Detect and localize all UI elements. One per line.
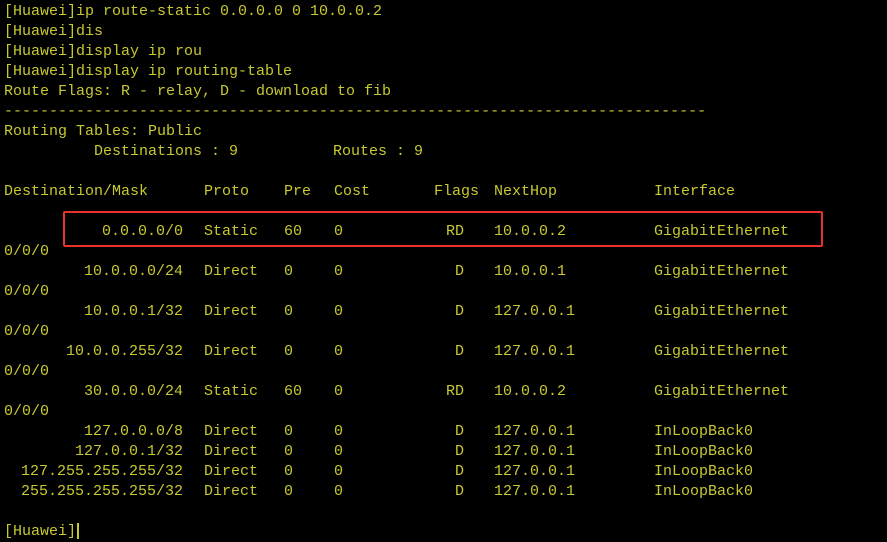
header-nexthop: NextHop [494,183,558,200]
route-interface: InLoopBack0 [654,423,754,440]
route-nexthop: 127.0.0.1 [494,463,576,480]
route-cost: 0 [334,303,344,320]
route-flags: D [454,443,464,460]
command-prompt[interactable]: [Huawei] [4,522,80,542]
route-interface-continuation: 0/0/0 [4,243,50,260]
route-proto: Direct [204,423,259,440]
command-line: [Huawei]dis [4,23,104,40]
text-cursor [77,523,80,540]
route-flags-legend: Route Flags: R - relay, D - download to … [4,83,392,100]
route-flags: D [454,303,464,320]
route-nexthop: 127.0.0.1 [494,483,576,500]
route-proto: Static [204,383,259,400]
route-pre: 0 [284,423,294,440]
route-proto: Direct [204,483,259,500]
header-cost: Cost [334,183,371,200]
route-proto: Direct [204,343,259,360]
route-flags: D [454,343,464,360]
route-flags: D [454,483,464,500]
route-proto: Direct [204,443,259,460]
route-interface-continuation: 0/0/0 [4,403,50,420]
separator-line: ----------------------------------------… [4,103,707,120]
route-proto: Direct [204,303,259,320]
route-cost: 0 [334,263,344,280]
header-pre: Pre [284,183,312,200]
route-destination: 10.0.0.1/32 [83,303,183,320]
command-line: [Huawei]ip route-static 0.0.0.0 0 10.0.0… [4,3,383,20]
route-cost: 0 [334,443,344,460]
route-proto: Direct [204,263,259,280]
route-destination: 127.0.0.1/32 [74,443,183,460]
route-interface: GigabitEthernet [654,303,790,320]
route-interface: InLoopBack0 [654,463,754,480]
header-interface: Interface [654,183,736,200]
route-proto: Direct [204,463,259,480]
prompt-text: [Huawei] [4,523,77,540]
command-line: [Huawei]display ip routing-table [4,63,293,80]
route-flags: D [454,423,464,440]
route-interface: InLoopBack0 [654,483,754,500]
header-flags: Flags [434,183,480,200]
route-interface-continuation: 0/0/0 [4,283,50,300]
routes-count: Routes : 9 [333,143,424,160]
routing-tables-label: Routing Tables: Public [4,123,203,140]
highlight-box [63,211,823,247]
route-flags: D [454,463,464,480]
route-nexthop: 127.0.0.1 [494,303,576,320]
route-nexthop: 127.0.0.1 [494,343,576,360]
route-cost: 0 [334,423,344,440]
route-interface: GigabitEthernet [654,343,790,360]
route-flags: RD [445,383,464,400]
route-interface-continuation: 0/0/0 [4,363,50,380]
route-destination: 10.0.0.255/32 [65,343,183,360]
route-cost: 0 [334,343,344,360]
header-destination: Destination/Mask [4,183,149,200]
route-nexthop: 127.0.0.1 [494,423,576,440]
route-nexthop: 10.0.0.2 [494,383,567,400]
route-destination: 30.0.0.0/24 [83,383,183,400]
route-nexthop: 10.0.0.1 [494,263,567,280]
route-pre: 0 [284,443,294,460]
route-pre: 0 [284,263,294,280]
destinations-count: Destinations : 9 [94,143,239,160]
route-cost: 0 [334,383,344,400]
route-destination: 10.0.0.0/24 [83,263,183,280]
route-interface-continuation: 0/0/0 [4,323,50,340]
route-destination: 127.255.255.255/32 [20,463,183,480]
route-interface: InLoopBack0 [654,443,754,460]
route-interface: GigabitEthernet [654,383,790,400]
route-pre: 0 [284,483,294,500]
route-destination: 127.0.0.0/8 [83,423,183,440]
route-pre: 0 [284,463,294,480]
route-pre: 0 [284,343,294,360]
route-nexthop: 127.0.0.1 [494,443,576,460]
terminal-window[interactable]: [Huawei]ip route-static 0.0.0.0 0 10.0.0… [0,0,887,542]
route-cost: 0 [334,463,344,480]
route-flags: D [454,263,464,280]
route-pre: 60 [284,383,303,400]
route-pre: 0 [284,303,294,320]
header-proto: Proto [204,183,250,200]
route-cost: 0 [334,483,344,500]
route-destination: 255.255.255.255/32 [20,483,183,500]
route-interface: GigabitEthernet [654,263,790,280]
command-line: [Huawei]display ip rou [4,43,203,60]
